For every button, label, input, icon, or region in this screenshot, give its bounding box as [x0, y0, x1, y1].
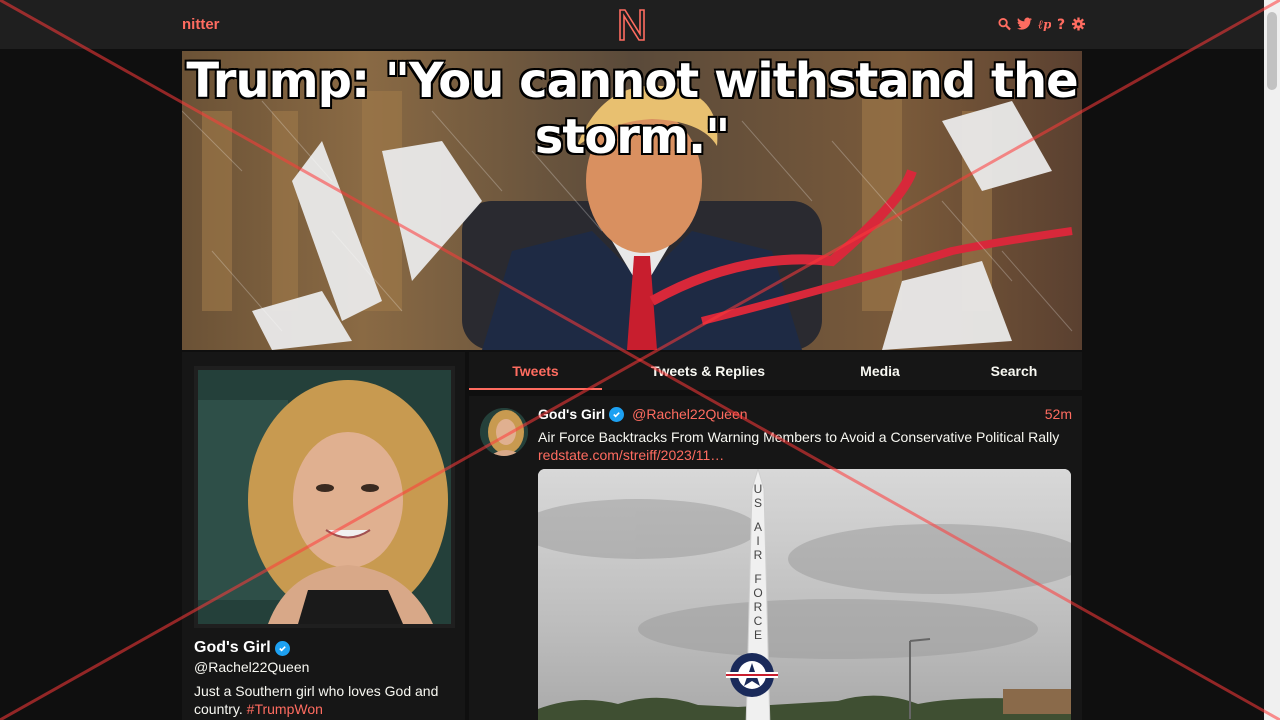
profile-name-text[interactable]: God's Girl	[194, 639, 271, 657]
navbar: nitter ℓp ?	[0, 0, 1264, 50]
tweet-fullname[interactable]: God's Girl	[538, 406, 605, 422]
nitter-home-link[interactable]: nitter	[182, 16, 220, 33]
profile-card: God's Girl @Rachel22Queen Just a Souther…	[182, 352, 465, 720]
svg-text:ℓp: ℓp	[1038, 18, 1051, 31]
svg-text:A: A	[754, 520, 762, 534]
tweet-text: Air Force Backtracks From Warning Member…	[538, 429, 1060, 445]
profile-fullname[interactable]: God's Girl	[194, 639, 290, 657]
svg-text:C: C	[754, 614, 763, 628]
svg-text:E: E	[754, 628, 762, 642]
tweet-avatar[interactable]	[480, 408, 528, 456]
tab-tweets[interactable]: Tweets	[469, 352, 602, 390]
search-icon[interactable]	[998, 17, 1011, 33]
verified-badge-icon	[609, 406, 625, 422]
nitter-n-logo-icon[interactable]	[617, 7, 647, 43]
nav-icons: ℓp ?	[998, 16, 1085, 34]
tab-search[interactable]: Search	[946, 352, 1082, 390]
profile-banner[interactable]: Trump: "You cannot withstand the storm."	[182, 51, 1082, 350]
svg-text:U: U	[754, 482, 763, 496]
tweet-media-image[interactable]: US AIR FORCE	[538, 469, 1071, 720]
twitter-bird-icon[interactable]	[1017, 17, 1032, 33]
timeline-tweet[interactable]: God's Girl @Rachel22Queen 52m Air Force …	[469, 396, 1082, 720]
tab-media[interactable]: Media	[814, 352, 946, 390]
tweet-content: Air Force Backtracks From Warning Member…	[538, 428, 1078, 464]
tweet-header: God's Girl @Rachel22Queen	[538, 406, 748, 422]
profile-handle[interactable]: @Rachel22Queen	[194, 659, 309, 675]
svg-text:F: F	[754, 572, 761, 586]
tweet-link[interactable]: redstate.com/streiff/2023/11…	[538, 447, 724, 463]
rss-icon[interactable]: ℓp	[1038, 17, 1051, 33]
verified-badge-icon	[274, 640, 290, 656]
svg-text:?: ?	[1057, 17, 1065, 31]
scrollbar-thumb[interactable]	[1267, 12, 1277, 90]
svg-text:O: O	[753, 586, 762, 600]
help-icon[interactable]: ?	[1057, 17, 1066, 33]
svg-text:R: R	[754, 548, 763, 562]
svg-text:R: R	[754, 600, 763, 614]
gear-icon[interactable]	[1072, 17, 1085, 33]
tweet-date[interactable]: 52m	[1045, 406, 1072, 422]
page-scrollbar[interactable]	[1264, 0, 1280, 720]
svg-text:I: I	[756, 534, 759, 548]
profile-bio: Just a Southern girl who loves God and c…	[194, 682, 454, 718]
timeline-tabs: Tweets Tweets & Replies Media Search	[469, 352, 1082, 390]
profile-photo[interactable]	[194, 366, 455, 628]
tweet-username[interactable]: @Rachel22Queen	[632, 406, 747, 422]
svg-text:S: S	[754, 496, 762, 510]
banner-title-text: Trump: "You cannot withstand the storm."	[185, 52, 1079, 166]
tab-tweets-replies[interactable]: Tweets & Replies	[602, 352, 814, 390]
bio-hashtag-link[interactable]: #TrumpWon	[247, 701, 323, 717]
